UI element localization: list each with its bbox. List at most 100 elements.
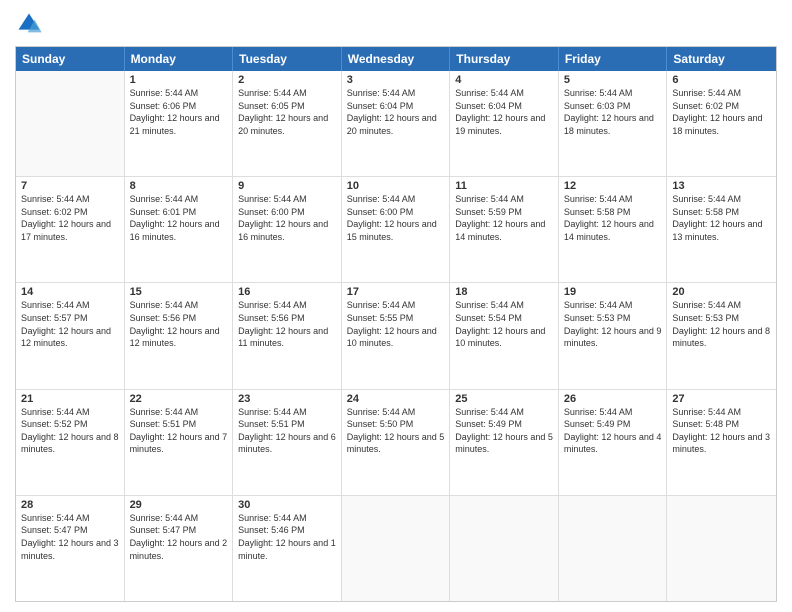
sun-info: Sunrise: 5:44 AMSunset: 5:53 PMDaylight:… bbox=[672, 299, 771, 349]
calendar-header: SundayMondayTuesdayWednesdayThursdayFrid… bbox=[16, 47, 776, 71]
sun-info: Sunrise: 5:44 AMSunset: 6:05 PMDaylight:… bbox=[238, 87, 336, 137]
day-number: 24 bbox=[347, 393, 445, 405]
day-number: 21 bbox=[21, 393, 119, 405]
calendar-row: 7Sunrise: 5:44 AMSunset: 6:02 PMDaylight… bbox=[16, 176, 776, 282]
sun-info: Sunrise: 5:44 AMSunset: 5:58 PMDaylight:… bbox=[564, 193, 662, 243]
calendar-cell: 26Sunrise: 5:44 AMSunset: 5:49 PMDayligh… bbox=[559, 390, 668, 495]
calendar-cell: 19Sunrise: 5:44 AMSunset: 5:53 PMDayligh… bbox=[559, 283, 668, 388]
calendar-cell: 6Sunrise: 5:44 AMSunset: 6:02 PMDaylight… bbox=[667, 71, 776, 176]
calendar-cell: 25Sunrise: 5:44 AMSunset: 5:49 PMDayligh… bbox=[450, 390, 559, 495]
calendar-cell: 28Sunrise: 5:44 AMSunset: 5:47 PMDayligh… bbox=[16, 496, 125, 601]
sun-info: Sunrise: 5:44 AMSunset: 6:01 PMDaylight:… bbox=[130, 193, 228, 243]
weekday-header: Wednesday bbox=[342, 47, 451, 71]
calendar-cell bbox=[342, 496, 451, 601]
sun-info: Sunrise: 5:44 AMSunset: 6:06 PMDaylight:… bbox=[130, 87, 228, 137]
calendar-cell: 30Sunrise: 5:44 AMSunset: 5:46 PMDayligh… bbox=[233, 496, 342, 601]
day-number: 18 bbox=[455, 286, 553, 298]
calendar-body: 1Sunrise: 5:44 AMSunset: 6:06 PMDaylight… bbox=[16, 71, 776, 601]
calendar-cell: 13Sunrise: 5:44 AMSunset: 5:58 PMDayligh… bbox=[667, 177, 776, 282]
sun-info: Sunrise: 5:44 AMSunset: 5:57 PMDaylight:… bbox=[21, 299, 119, 349]
weekday-header: Friday bbox=[559, 47, 668, 71]
calendar-cell: 1Sunrise: 5:44 AMSunset: 6:06 PMDaylight… bbox=[125, 71, 234, 176]
day-number: 4 bbox=[455, 74, 553, 86]
calendar-cell: 3Sunrise: 5:44 AMSunset: 6:04 PMDaylight… bbox=[342, 71, 451, 176]
sun-info: Sunrise: 5:44 AMSunset: 5:49 PMDaylight:… bbox=[564, 406, 662, 456]
calendar-cell: 2Sunrise: 5:44 AMSunset: 6:05 PMDaylight… bbox=[233, 71, 342, 176]
day-number: 13 bbox=[672, 180, 771, 192]
day-number: 26 bbox=[564, 393, 662, 405]
calendar-cell bbox=[667, 496, 776, 601]
weekday-header: Sunday bbox=[16, 47, 125, 71]
day-number: 20 bbox=[672, 286, 771, 298]
sun-info: Sunrise: 5:44 AMSunset: 5:49 PMDaylight:… bbox=[455, 406, 553, 456]
calendar-cell: 15Sunrise: 5:44 AMSunset: 5:56 PMDayligh… bbox=[125, 283, 234, 388]
sun-info: Sunrise: 5:44 AMSunset: 5:56 PMDaylight:… bbox=[130, 299, 228, 349]
sun-info: Sunrise: 5:44 AMSunset: 5:51 PMDaylight:… bbox=[238, 406, 336, 456]
calendar-cell: 20Sunrise: 5:44 AMSunset: 5:53 PMDayligh… bbox=[667, 283, 776, 388]
sun-info: Sunrise: 5:44 AMSunset: 5:58 PMDaylight:… bbox=[672, 193, 771, 243]
calendar-cell: 29Sunrise: 5:44 AMSunset: 5:47 PMDayligh… bbox=[125, 496, 234, 601]
calendar-cell: 22Sunrise: 5:44 AMSunset: 5:51 PMDayligh… bbox=[125, 390, 234, 495]
day-number: 11 bbox=[455, 180, 553, 192]
calendar-row: 14Sunrise: 5:44 AMSunset: 5:57 PMDayligh… bbox=[16, 282, 776, 388]
calendar-cell: 16Sunrise: 5:44 AMSunset: 5:56 PMDayligh… bbox=[233, 283, 342, 388]
calendar-cell bbox=[450, 496, 559, 601]
sun-info: Sunrise: 5:44 AMSunset: 5:55 PMDaylight:… bbox=[347, 299, 445, 349]
day-number: 9 bbox=[238, 180, 336, 192]
sun-info: Sunrise: 5:44 AMSunset: 5:50 PMDaylight:… bbox=[347, 406, 445, 456]
calendar-cell: 24Sunrise: 5:44 AMSunset: 5:50 PMDayligh… bbox=[342, 390, 451, 495]
calendar-cell: 8Sunrise: 5:44 AMSunset: 6:01 PMDaylight… bbox=[125, 177, 234, 282]
calendar: SundayMondayTuesdayWednesdayThursdayFrid… bbox=[15, 46, 777, 602]
day-number: 6 bbox=[672, 74, 771, 86]
sun-info: Sunrise: 5:44 AMSunset: 5:47 PMDaylight:… bbox=[130, 512, 228, 562]
day-number: 2 bbox=[238, 74, 336, 86]
day-number: 8 bbox=[130, 180, 228, 192]
sun-info: Sunrise: 5:44 AMSunset: 5:47 PMDaylight:… bbox=[21, 512, 119, 562]
day-number: 17 bbox=[347, 286, 445, 298]
sun-info: Sunrise: 5:44 AMSunset: 5:59 PMDaylight:… bbox=[455, 193, 553, 243]
day-number: 15 bbox=[130, 286, 228, 298]
calendar-cell: 18Sunrise: 5:44 AMSunset: 5:54 PMDayligh… bbox=[450, 283, 559, 388]
calendar-cell: 12Sunrise: 5:44 AMSunset: 5:58 PMDayligh… bbox=[559, 177, 668, 282]
sun-info: Sunrise: 5:44 AMSunset: 5:53 PMDaylight:… bbox=[564, 299, 662, 349]
sun-info: Sunrise: 5:44 AMSunset: 5:51 PMDaylight:… bbox=[130, 406, 228, 456]
sun-info: Sunrise: 5:44 AMSunset: 5:56 PMDaylight:… bbox=[238, 299, 336, 349]
day-number: 25 bbox=[455, 393, 553, 405]
calendar-cell: 5Sunrise: 5:44 AMSunset: 6:03 PMDaylight… bbox=[559, 71, 668, 176]
calendar-cell: 7Sunrise: 5:44 AMSunset: 6:02 PMDaylight… bbox=[16, 177, 125, 282]
sun-info: Sunrise: 5:44 AMSunset: 5:52 PMDaylight:… bbox=[21, 406, 119, 456]
calendar-row: 1Sunrise: 5:44 AMSunset: 6:06 PMDaylight… bbox=[16, 71, 776, 176]
header bbox=[15, 10, 777, 38]
day-number: 23 bbox=[238, 393, 336, 405]
sun-info: Sunrise: 5:44 AMSunset: 5:48 PMDaylight:… bbox=[672, 406, 771, 456]
sun-info: Sunrise: 5:44 AMSunset: 5:54 PMDaylight:… bbox=[455, 299, 553, 349]
day-number: 7 bbox=[21, 180, 119, 192]
sun-info: Sunrise: 5:44 AMSunset: 6:03 PMDaylight:… bbox=[564, 87, 662, 137]
sun-info: Sunrise: 5:44 AMSunset: 6:02 PMDaylight:… bbox=[672, 87, 771, 137]
calendar-cell: 17Sunrise: 5:44 AMSunset: 5:55 PMDayligh… bbox=[342, 283, 451, 388]
calendar-cell: 11Sunrise: 5:44 AMSunset: 5:59 PMDayligh… bbox=[450, 177, 559, 282]
sun-info: Sunrise: 5:44 AMSunset: 6:00 PMDaylight:… bbox=[238, 193, 336, 243]
sun-info: Sunrise: 5:44 AMSunset: 5:46 PMDaylight:… bbox=[238, 512, 336, 562]
weekday-header: Tuesday bbox=[233, 47, 342, 71]
calendar-cell: 14Sunrise: 5:44 AMSunset: 5:57 PMDayligh… bbox=[16, 283, 125, 388]
calendar-cell bbox=[559, 496, 668, 601]
day-number: 1 bbox=[130, 74, 228, 86]
calendar-cell: 10Sunrise: 5:44 AMSunset: 6:00 PMDayligh… bbox=[342, 177, 451, 282]
calendar-cell: 9Sunrise: 5:44 AMSunset: 6:00 PMDaylight… bbox=[233, 177, 342, 282]
day-number: 12 bbox=[564, 180, 662, 192]
calendar-row: 28Sunrise: 5:44 AMSunset: 5:47 PMDayligh… bbox=[16, 495, 776, 601]
day-number: 14 bbox=[21, 286, 119, 298]
weekday-header: Thursday bbox=[450, 47, 559, 71]
day-number: 22 bbox=[130, 393, 228, 405]
day-number: 5 bbox=[564, 74, 662, 86]
calendar-row: 21Sunrise: 5:44 AMSunset: 5:52 PMDayligh… bbox=[16, 389, 776, 495]
calendar-cell: 23Sunrise: 5:44 AMSunset: 5:51 PMDayligh… bbox=[233, 390, 342, 495]
calendar-cell bbox=[16, 71, 125, 176]
sun-info: Sunrise: 5:44 AMSunset: 6:02 PMDaylight:… bbox=[21, 193, 119, 243]
day-number: 27 bbox=[672, 393, 771, 405]
day-number: 28 bbox=[21, 499, 119, 511]
weekday-header: Saturday bbox=[667, 47, 776, 71]
sun-info: Sunrise: 5:44 AMSunset: 6:04 PMDaylight:… bbox=[347, 87, 445, 137]
calendar-cell: 21Sunrise: 5:44 AMSunset: 5:52 PMDayligh… bbox=[16, 390, 125, 495]
